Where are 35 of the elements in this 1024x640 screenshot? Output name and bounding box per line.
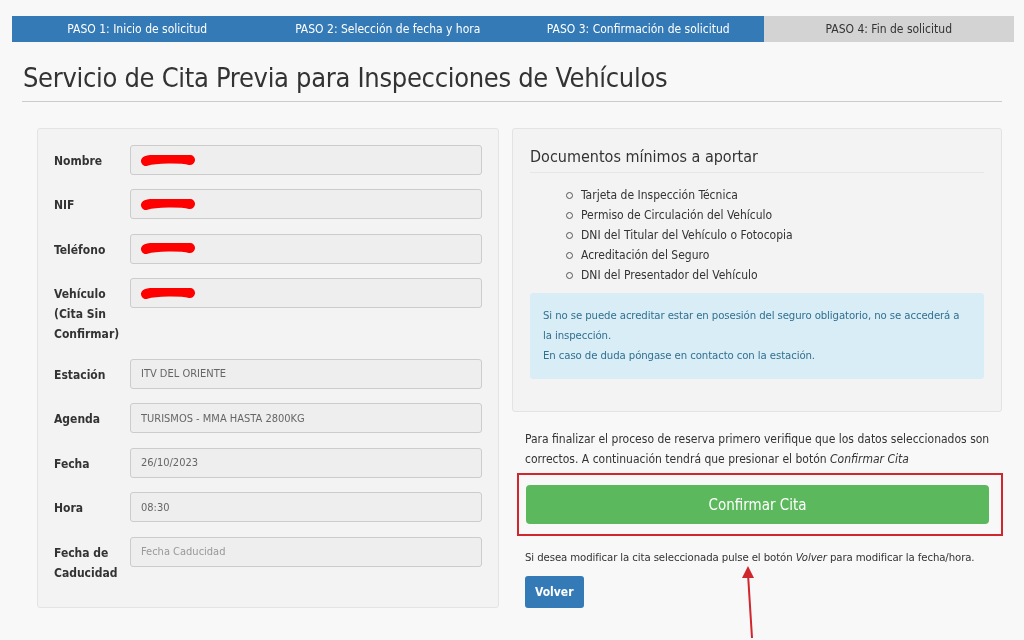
redaction-mark — [141, 154, 195, 166]
field-label: Fecha — [54, 455, 91, 473]
back-button[interactable]: Volver — [525, 576, 584, 608]
field-label: Fecha de Caducidad — [54, 544, 119, 582]
document-item: Tarjeta de Inspección Técnica — [581, 187, 738, 204]
field-label: NIF — [54, 197, 76, 215]
redaction-mark — [141, 198, 195, 210]
field-label: Hora — [54, 500, 85, 518]
input-field[interactable]: TURISMOS - MMA HASTA 2800KG — [130, 403, 482, 434]
field-label: Agenda — [54, 411, 102, 429]
instruction-text: Si desea modificar la cita seleccionada pulse el botón Volver para modificar la fecha/hora. — [525, 550, 976, 566]
redaction-mark — [141, 287, 195, 299]
input-field[interactable]: Fecha Caducidad — [130, 536, 482, 567]
annotation-arrow — [740, 566, 756, 638]
confirm-button[interactable]: Confirmar Cita — [526, 485, 989, 524]
field-label: Vehículo (Cita Sin Confirmar) — [54, 286, 121, 344]
input-field[interactable] — [130, 278, 482, 309]
document-item: DNI del Titular del Vehículo o Fotocopia — [581, 227, 793, 244]
field-label: Estación — [54, 366, 107, 384]
field-label: Nombre — [54, 153, 104, 170]
input-field[interactable] — [130, 189, 482, 220]
document-item: DNI del Presentador del Vehículo — [581, 267, 758, 284]
field-label: Teléfono — [54, 241, 107, 259]
page-title: Servicio de Cita Previa para Inspecciones de Vehículos — [23, 62, 669, 93]
input-field[interactable]: ITV DEL ORIENTE — [130, 358, 482, 389]
input-field[interactable]: 26/10/2023 — [130, 447, 482, 478]
instruction-text: Para finalizar el proceso de reserva primero verifique que los datos seleccionados son correctos. A continuación tendrá que presionar el botón Confirmar Cita — [525, 431, 991, 468]
input-field[interactable]: 08:30 — [130, 492, 482, 523]
document-item: Acreditación del Seguro — [581, 247, 710, 264]
info-notice: Si no se puede acreditar estar en posesión del seguro obligatorio, no se accederá a la inspección. En caso de duda póngase en contacto con la estación. — [530, 293, 984, 379]
document-item: Permiso de Circulación del Vehículo — [581, 207, 773, 224]
input-field[interactable] — [130, 233, 482, 264]
input-field[interactable] — [130, 145, 482, 175]
redaction-mark — [141, 243, 195, 255]
panel-heading: Documentos mínimos a aportar — [530, 147, 984, 173]
